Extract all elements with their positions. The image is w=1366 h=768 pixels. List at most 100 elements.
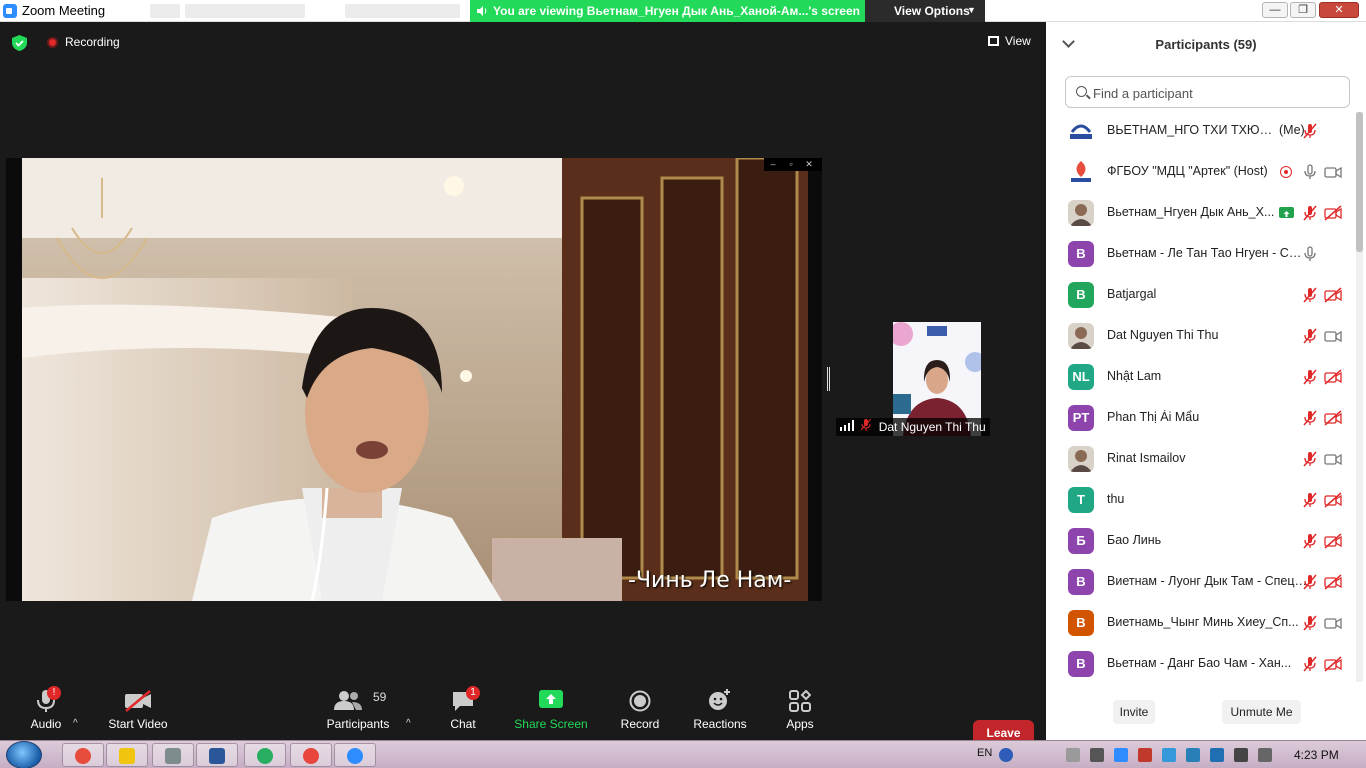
video-icon[interactable] bbox=[1324, 164, 1342, 180]
participant-name: Batjargal bbox=[1107, 287, 1157, 301]
mic-muted-icon[interactable] bbox=[1302, 656, 1318, 672]
participant-row[interactable]: ФГБОУ "МДЦ "Артек" (Host) bbox=[1046, 151, 1356, 192]
video-off-icon[interactable] bbox=[1324, 205, 1342, 221]
participants-label: Participants bbox=[326, 717, 390, 731]
video-icon[interactable] bbox=[1324, 451, 1342, 467]
taskbar-app[interactable] bbox=[196, 743, 238, 767]
reactions-button[interactable]: Reactions bbox=[675, 684, 765, 731]
scrollbar-thumb[interactable] bbox=[1356, 112, 1363, 252]
video-off-icon[interactable] bbox=[1324, 410, 1342, 426]
video-off-icon[interactable] bbox=[1324, 574, 1342, 590]
volume-icon[interactable] bbox=[1234, 748, 1248, 762]
invite-button[interactable]: Invite bbox=[1113, 700, 1155, 724]
recording-label: Recording bbox=[65, 35, 120, 49]
audio-options-caret[interactable]: ^ bbox=[73, 718, 78, 729]
close-button[interactable]: ✕ bbox=[1319, 2, 1359, 18]
start-button[interactable] bbox=[6, 741, 42, 768]
chat-button[interactable]: 1 Chat bbox=[418, 684, 508, 731]
taskbar-app[interactable] bbox=[106, 743, 148, 767]
participants-button[interactable]: 59 Participants bbox=[313, 684, 403, 731]
mic-muted-icon[interactable] bbox=[1302, 615, 1318, 631]
mic-muted-icon[interactable] bbox=[1302, 328, 1318, 344]
avatar: PT bbox=[1068, 405, 1094, 431]
tray-icon[interactable] bbox=[1186, 748, 1200, 762]
participant-row[interactable]: В Вьетнам - Данг Бао Чам - Хан... bbox=[1046, 643, 1356, 682]
mic-muted-icon[interactable] bbox=[1302, 574, 1318, 590]
mic-icon[interactable] bbox=[1302, 246, 1318, 262]
video-off-icon[interactable] bbox=[1324, 369, 1342, 385]
participant-name: ФГБОУ "МДЦ "Артек" (Host) bbox=[1107, 164, 1268, 178]
participant-row[interactable]: NL Nhật Lam bbox=[1046, 356, 1356, 397]
help-icon[interactable] bbox=[999, 748, 1013, 762]
avatar: T bbox=[1068, 487, 1094, 513]
participant-row[interactable]: Tthu bbox=[1046, 479, 1356, 520]
grid-icon bbox=[988, 36, 999, 46]
mic-muted-icon[interactable] bbox=[1302, 492, 1318, 508]
participants-options-caret[interactable]: ^ bbox=[406, 718, 411, 729]
participant-row[interactable]: Rinat Ismailov bbox=[1046, 438, 1356, 479]
participant-row[interactable]: B Batjargal bbox=[1046, 274, 1356, 315]
participant-list-scrollbar[interactable] bbox=[1356, 112, 1363, 682]
mic-muted-icon[interactable] bbox=[1302, 287, 1318, 303]
mic-muted-icon[interactable] bbox=[1302, 451, 1318, 467]
speaker-icon bbox=[477, 6, 487, 16]
taskbar-app[interactable] bbox=[152, 743, 194, 767]
video-off-icon[interactable] bbox=[1324, 533, 1342, 549]
participant-row[interactable]: В Виетнам - Луонг Дык Там - Спецш... bbox=[1046, 561, 1356, 602]
participant-row[interactable]: В Вьетнам - Ле Тан Тао Нгуен - Спе... bbox=[1046, 233, 1356, 274]
video-icon[interactable] bbox=[1324, 615, 1342, 631]
mic-muted-icon[interactable] bbox=[1302, 369, 1318, 385]
participant-row[interactable]: В Виетнамь_Чынг Минь Хиеу_Сп... bbox=[1046, 602, 1356, 643]
taskbar-app[interactable] bbox=[334, 743, 376, 767]
participant-row[interactable]: PT Phan Thị Ái Mẩu bbox=[1046, 397, 1356, 438]
record-button[interactable]: Record bbox=[595, 684, 685, 731]
participant-row[interactable]: Вьетнам_Нгуен Дык Ань_Х... bbox=[1046, 192, 1356, 233]
tray-icon[interactable] bbox=[1210, 748, 1224, 762]
mic-muted-icon[interactable] bbox=[1302, 123, 1318, 139]
apps-button[interactable]: Apps bbox=[755, 684, 845, 731]
tray-icon[interactable] bbox=[1066, 748, 1080, 762]
mic-muted-icon[interactable] bbox=[1302, 205, 1318, 221]
reactions-label: Reactions bbox=[693, 717, 747, 731]
splitter-handle[interactable] bbox=[827, 367, 830, 391]
thumbnail-name: Dat Nguyen Thi Thu bbox=[878, 420, 986, 434]
avatar bbox=[1068, 323, 1094, 349]
share-screen-icon bbox=[539, 690, 563, 708]
taskbar-clock[interactable]: 4:23 PM bbox=[1294, 748, 1339, 762]
unmute-me-button[interactable]: Unmute Me bbox=[1222, 700, 1301, 724]
share-screen-button[interactable]: Share Screen bbox=[506, 684, 596, 731]
video-off-icon[interactable] bbox=[1324, 492, 1342, 508]
participant-name: Phan Thị Ái Mẩu bbox=[1107, 410, 1200, 424]
shield-icon[interactable] bbox=[12, 35, 27, 51]
participant-row[interactable]: Б Бао Линь bbox=[1046, 520, 1356, 561]
video-off-icon[interactable] bbox=[1324, 287, 1342, 303]
taskbar-app[interactable] bbox=[290, 743, 332, 767]
minimize-button[interactable]: — bbox=[1262, 2, 1288, 18]
view-options-button[interactable]: View Options ▼ bbox=[865, 0, 985, 22]
video-icon[interactable] bbox=[1324, 328, 1342, 344]
taskbar-app[interactable] bbox=[62, 743, 104, 767]
avatar bbox=[1068, 200, 1094, 226]
tray-icon[interactable] bbox=[1138, 748, 1152, 762]
mic-icon[interactable] bbox=[1302, 164, 1318, 180]
chat-badge: 1 bbox=[466, 686, 480, 700]
start-video-button[interactable]: Start Video bbox=[93, 684, 183, 731]
participant-row[interactable]: Dat Nguyen Thi Thu bbox=[1046, 315, 1356, 356]
mic-muted-icon[interactable] bbox=[1302, 533, 1318, 549]
taskbar-app[interactable] bbox=[244, 743, 286, 767]
participant-row[interactable]: ВЬЕТНАМ_НГО ТХИ ТХЮИ Х... (Me) bbox=[1046, 110, 1356, 151]
tray-icon[interactable] bbox=[1090, 748, 1104, 762]
network-icon[interactable] bbox=[1258, 748, 1272, 762]
search-input[interactable] bbox=[1093, 83, 1343, 103]
video-window-controls[interactable]: – ▫ ✕ bbox=[764, 158, 822, 171]
language-indicator[interactable]: EN bbox=[977, 747, 992, 759]
tray-icon[interactable] bbox=[1162, 748, 1176, 762]
video-off-icon[interactable] bbox=[1324, 656, 1342, 672]
maximize-button[interactable]: ❐ bbox=[1290, 2, 1316, 18]
tray-icon[interactable] bbox=[1114, 748, 1128, 762]
mic-muted-icon[interactable] bbox=[1302, 410, 1318, 426]
view-button[interactable]: View bbox=[988, 34, 1031, 48]
participant-search[interactable] bbox=[1065, 76, 1350, 108]
view-options-label: View Options bbox=[894, 4, 970, 18]
zoom-logo-icon bbox=[3, 4, 17, 18]
